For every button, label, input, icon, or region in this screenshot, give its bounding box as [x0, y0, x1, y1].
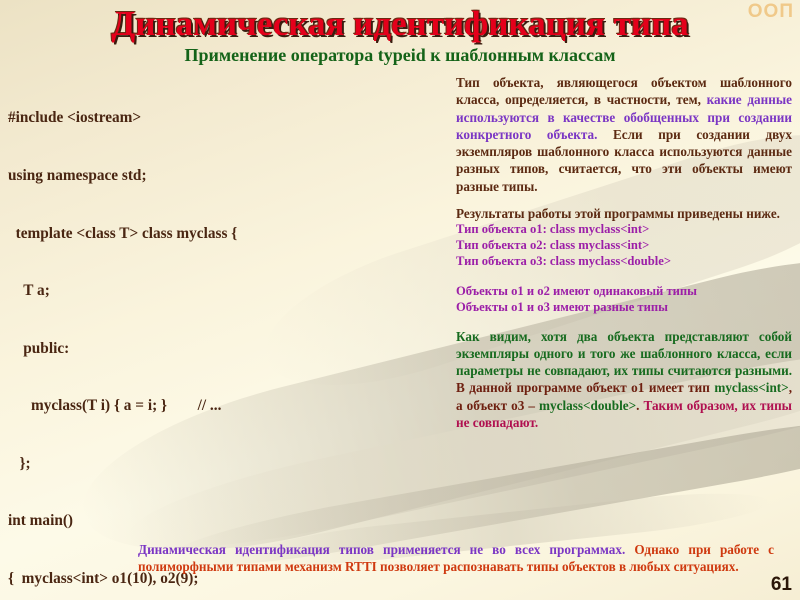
paragraph-conclusion: Как видим, хотя два объекта представляют…: [456, 328, 792, 432]
program-output-block-2: Объекты o1 и o2 имеют одинаковый типы Об…: [456, 284, 792, 316]
code-inline-myclass-int: myclass<int>: [714, 380, 789, 396]
text-segment: Динамическая идентификация типов применя…: [138, 542, 635, 557]
code-line: };: [8, 454, 31, 472]
paragraph-results-intro: Результаты работы этой программы приведе…: [456, 205, 792, 222]
output-line: Тип объекта o3: class myclass<double>: [456, 253, 671, 268]
code-inline-myclass-double: myclass<double>: [539, 397, 637, 413]
text-segment: Результаты работы этой программы приведе…: [456, 205, 780, 221]
explanation-column: Тип объекта, являющегося объектом шаблон…: [456, 74, 792, 441]
slide-canvas: ООП Динамическая идентификация типа Прим…: [0, 0, 800, 600]
output-line: Объекты o1 и o2 имеют одинаковый типы: [456, 283, 697, 298]
footer-note: Динамическая идентификация типов применя…: [138, 541, 774, 575]
output-line: Объекты o1 и o3 имеют разные типы: [456, 299, 668, 314]
code-line: T a;: [8, 282, 50, 300]
page-title: Динамическая идентификация типа: [111, 4, 689, 43]
code-line: int main(): [8, 512, 74, 530]
code-line: template <class T> class myclass {: [8, 224, 238, 242]
page-subtitle: Применение оператора typeid к шаблонным …: [184, 45, 616, 65]
code-line: public:: [8, 339, 70, 357]
output-line: Тип объекта o2: class myclass<int>: [456, 238, 650, 253]
code-line: myclass(T i) { a = i; } // ...: [8, 397, 222, 415]
program-output-block-1: Тип объекта o1: class myclass<int> Тип о…: [456, 222, 792, 270]
text-segment: Как видим, хотя два объекта представляют…: [456, 328, 792, 379]
code-line: using namespace std;: [8, 166, 147, 184]
text-segment: В данной программе объект o1 имеет тип: [456, 380, 715, 396]
page-number: 61: [770, 574, 792, 595]
output-line: Тип объекта o1: class myclass<int>: [456, 222, 650, 237]
code-line: #include <iostream>: [8, 109, 142, 127]
paragraph-type-definition: Тип объекта, являющегося объектом шаблон…: [456, 74, 792, 195]
code-listing: #include <iostream> using namespace std;…: [8, 70, 450, 600]
